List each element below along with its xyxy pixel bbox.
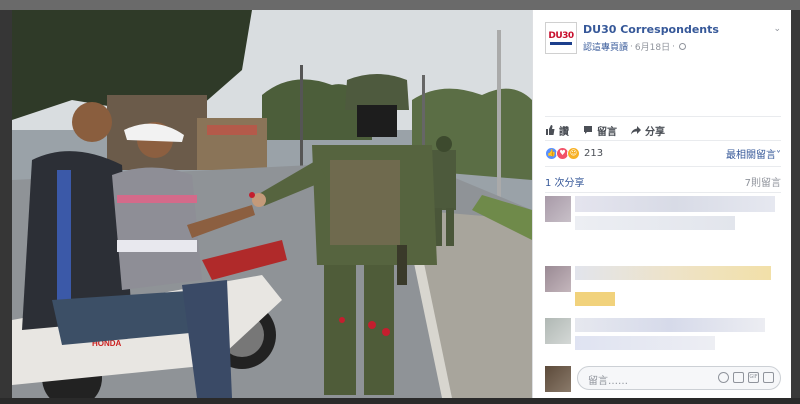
gif-icon[interactable]: GIF	[748, 372, 759, 383]
comment-highlight-blurred	[575, 292, 615, 306]
comment-icon	[584, 126, 592, 134]
post-stats: 1 次分享 7則留言	[545, 174, 781, 189]
like-label: 讚	[559, 126, 569, 138]
emoji-icon[interactable]	[718, 372, 729, 383]
comment-text-blurred	[575, 266, 771, 280]
rose	[382, 328, 390, 336]
soldier-leg-left	[324, 265, 356, 395]
current-user-avatar	[545, 366, 571, 392]
comment-sort-dropdown[interactable]: 最相關留言˅	[726, 146, 781, 161]
rider-stripe	[57, 170, 71, 300]
sort-label: 最相關留言	[726, 149, 776, 161]
haha-reaction-icon[interactable]: ☺	[567, 146, 580, 160]
divider	[545, 140, 781, 141]
reaction-count[interactable]: 213	[584, 148, 603, 159]
comment-avatar[interactable]	[545, 318, 571, 344]
chevron-down-icon[interactable]: ⌄	[773, 24, 781, 34]
soldier-helmet	[345, 74, 409, 110]
utility-pole	[300, 65, 303, 175]
post-actions: 讚 留言 分享	[545, 122, 781, 138]
background-soldier	[432, 150, 456, 210]
like-button[interactable]: 讚	[545, 123, 569, 138]
rose	[249, 192, 255, 198]
meta-separator: ·	[630, 41, 633, 52]
share-button[interactable]: 分享	[631, 123, 665, 138]
composer-icons: GIF	[718, 372, 774, 383]
soldier-leg-right	[364, 265, 394, 395]
background-soldier-leg	[446, 208, 454, 246]
soldier-balaclava	[357, 105, 397, 137]
comment-composer: 留言…… GIF	[545, 366, 781, 392]
comment-count[interactable]: 7則留言	[745, 174, 781, 189]
rose	[368, 321, 376, 329]
passenger-stripe	[117, 240, 197, 252]
post-date[interactable]: 6月18日	[635, 40, 670, 53]
camera-icon[interactable]	[733, 372, 744, 383]
shop-sign	[207, 125, 257, 135]
caret-down-icon: ˅	[776, 149, 781, 161]
thumbs-up-icon	[546, 125, 555, 135]
right-edge	[790, 10, 800, 404]
comment-avatar[interactable]	[545, 196, 571, 222]
logo-text: DU30	[548, 30, 574, 41]
share-label: 分享	[645, 126, 665, 138]
reactions-bar: 👍 ♥ ☺ 213 最相關留言˅	[545, 145, 781, 161]
comment-avatar[interactable]	[545, 266, 571, 292]
comment-text-blurred	[575, 216, 735, 230]
divider	[545, 166, 781, 167]
comment-label: 留言	[597, 126, 617, 138]
bottom-edge	[0, 398, 800, 404]
post-sidebar: DU30 DU30 Correspondents 認這專頁讀 · 6月18日 ·…	[532, 10, 791, 398]
comment-button[interactable]: 留言	[583, 123, 617, 138]
post-header: DU30 DU30 Correspondents 認這專頁讀 · 6月18日 ·…	[545, 22, 781, 62]
see-first-link[interactable]: 認這專頁讀	[583, 40, 628, 53]
page-avatar[interactable]: DU30	[545, 22, 577, 54]
page-name-link[interactable]: DU30 Correspondents	[583, 23, 719, 36]
comment-text-blurred	[575, 196, 775, 212]
comment-item	[545, 318, 781, 362]
comment-input[interactable]: 留言…… GIF	[577, 366, 781, 390]
sticker-icon[interactable]	[763, 372, 774, 383]
comment-text-blurred	[575, 318, 765, 332]
comment-text-blurred	[575, 336, 715, 350]
logo-bar	[550, 41, 572, 45]
post-meta: 認這專頁讀 · 6月18日 ·	[583, 40, 686, 53]
photo-scene: HONDA	[12, 10, 532, 398]
meta-separator: ·	[672, 41, 675, 52]
passenger-stripe-pink	[117, 195, 197, 203]
divider	[545, 116, 781, 117]
background-soldier-head	[436, 136, 452, 152]
comment-placeholder: 留言……	[588, 376, 628, 387]
utility-pole-3	[497, 30, 501, 205]
rifle	[397, 245, 407, 285]
share-count-link[interactable]: 1 次分享	[545, 178, 585, 189]
post-photo[interactable]: HONDA	[12, 10, 532, 398]
rose	[339, 317, 345, 323]
rider-head	[72, 102, 112, 142]
divider	[545, 192, 781, 193]
comment-item	[545, 266, 781, 310]
globe-icon	[678, 43, 686, 50]
comment-item	[545, 196, 781, 236]
top-strip	[0, 0, 800, 10]
left-edge	[0, 10, 12, 404]
soldier-vest	[330, 160, 400, 245]
share-icon	[631, 126, 641, 135]
